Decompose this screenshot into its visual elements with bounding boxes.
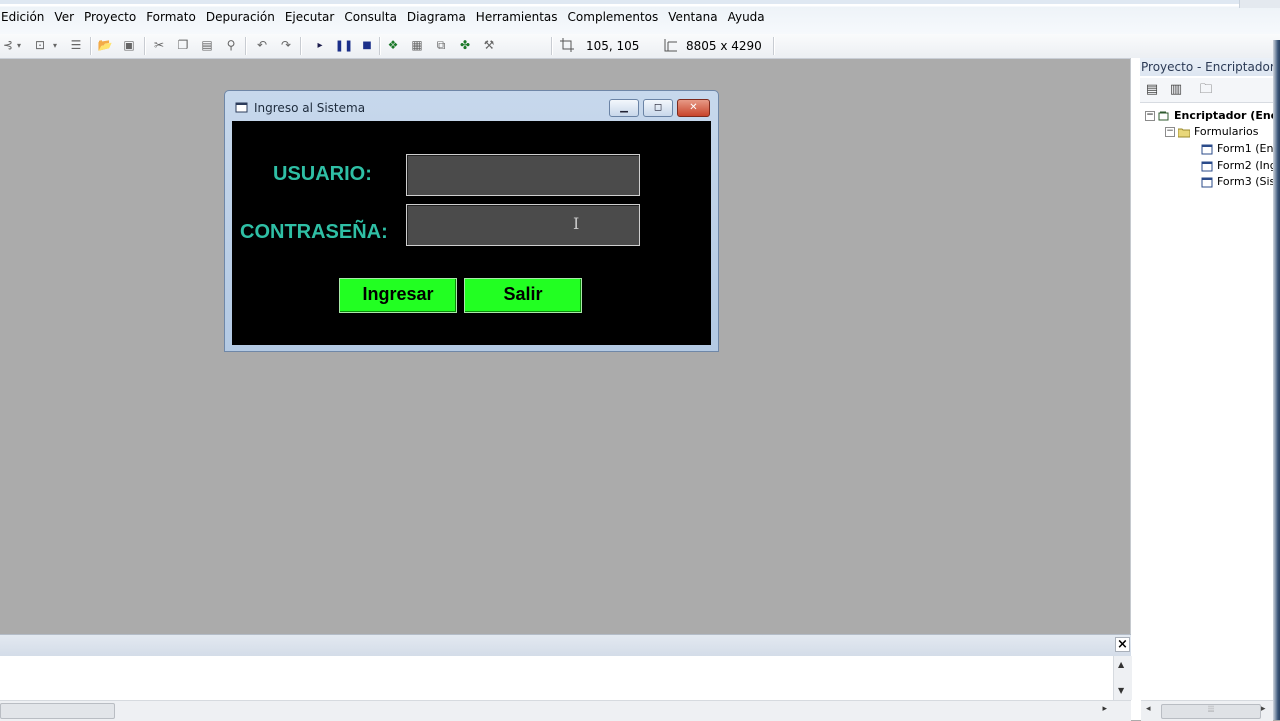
tree-item-label: Form1 (Enc [1217, 142, 1273, 155]
form-icon [1201, 161, 1213, 171]
toolbar-separator [551, 37, 553, 55]
copy-icon[interactable]: ❐ [175, 37, 191, 53]
menu-bar: Edición Ver Proyecto Formato Depuración … [0, 0, 1280, 34]
form-icon [235, 102, 248, 113]
view-object-icon[interactable]: ▥ [1168, 82, 1184, 98]
minimize-button[interactable]: ▁ [609, 99, 639, 117]
menu-ver[interactable]: Ver [49, 10, 79, 24]
menu-complementos[interactable]: Complementos [563, 10, 664, 24]
object-browser-icon[interactable]: ✤ [457, 37, 473, 53]
contrasena-input[interactable]: I [406, 204, 640, 246]
close-icon[interactable]: × [1115, 637, 1130, 652]
immediate-window-titlebar [0, 634, 1131, 657]
form-client-area: USUARIO: CONTRASEÑA: I Ingresar Salir [232, 121, 711, 345]
dropdown-arrow-icon[interactable]: ▾ [14, 37, 24, 53]
toolbar-separator [773, 37, 775, 55]
tree-item-form3[interactable]: Form3 (Sis [1201, 174, 1273, 190]
form-icon [1201, 177, 1213, 187]
menu-depuracion[interactable]: Depuración [201, 10, 280, 24]
close-button[interactable]: ✕ [677, 99, 710, 117]
cut-icon[interactable]: ✂ [151, 37, 167, 53]
find-icon[interactable]: ⚲ [223, 37, 239, 53]
scroll-right-icon[interactable]: ▸ [1261, 704, 1266, 714]
dropdown-arrow-icon[interactable]: ▾ [50, 37, 60, 53]
form-window[interactable]: Ingreso al Sistema ▁ ◻ ✕ USUARIO: CONTRA… [224, 90, 719, 352]
standard-toolbar: ⊰ ▾ ⊡ ▾ ☰ 📂 ▣ ✂ ❐ ▤ ⚲ ↶ ↷ ▸ ❚❚ ■ ❖ ▦ ⧉ ✤… [0, 34, 1280, 59]
collapse-icon[interactable]: − [1165, 127, 1175, 137]
menu-formato[interactable]: Formato [141, 10, 201, 24]
toolbar-separator [379, 37, 381, 55]
toolbar-separator [144, 37, 146, 55]
tree-item-form2[interactable]: Form2 (Ing [1201, 158, 1273, 174]
start-icon[interactable]: ▸ [312, 37, 328, 53]
paste-icon[interactable]: ▤ [199, 37, 215, 53]
menu-editor-icon[interactable]: ☰ [68, 37, 84, 53]
scroll-left-icon[interactable]: ◂ [1146, 704, 1151, 714]
position-readout: 105, 105 [586, 39, 640, 53]
project-explorer-title: Proyecto - Encriptador [1140, 58, 1280, 76]
scroll-down-icon[interactable]: ▼ [1118, 686, 1124, 695]
project-explorer-icon[interactable]: ❖ [385, 37, 401, 53]
menu-edicion[interactable]: Edición [0, 10, 49, 24]
position-icon [560, 38, 574, 52]
desktop-edge [1273, 40, 1280, 720]
maximize-button[interactable]: ◻ [643, 99, 673, 117]
tree-horizontal-scrollbar[interactable]: ◂ ⦙⦙⦙ ▸ [1141, 700, 1273, 721]
menu-ayuda[interactable]: Ayuda [723, 10, 770, 24]
menu-proyecto[interactable]: Proyecto [79, 10, 141, 24]
menu-diagrama[interactable]: Diagrama [402, 10, 471, 24]
redo-icon[interactable]: ↷ [278, 37, 294, 53]
collapse-icon[interactable]: − [1145, 111, 1155, 121]
open-folder-icon[interactable]: 📂 [97, 37, 113, 53]
salir-button[interactable]: Salir [464, 278, 582, 313]
toggle-folders-icon[interactable]: 🗀 [1198, 82, 1214, 98]
form-title: Ingreso al Sistema [254, 101, 366, 115]
menu-herramientas[interactable]: Herramientas [471, 10, 563, 24]
menu-consulta[interactable]: Consulta [339, 10, 402, 24]
window-frame-corner [1239, 0, 1280, 8]
scroll-up-icon[interactable]: ▲ [1118, 660, 1124, 669]
tree-folder[interactable]: − Formularios [1165, 124, 1259, 140]
immediate-vertical-scrollbar[interactable]: ▲ ▼ [1113, 656, 1132, 700]
project-explorer-toolbar: ▤ ▥ 🗀 [1140, 78, 1280, 103]
scrollbar-thumb[interactable] [0, 703, 115, 719]
add-form-icon[interactable]: ⊡ [32, 37, 48, 53]
folder-icon [1178, 128, 1190, 137]
form-icon [1201, 144, 1213, 154]
menu-ventana[interactable]: Ventana [663, 10, 722, 24]
tree-item-form1[interactable]: Form1 (Enc [1201, 141, 1273, 157]
tree-item-label: Form2 (Ing [1217, 159, 1273, 172]
usuario-input[interactable] [406, 154, 640, 196]
immediate-window-body[interactable] [0, 656, 1113, 700]
toolbox-icon[interactable]: ⚒ [481, 37, 497, 53]
usuario-label: USUARIO: [273, 163, 372, 185]
menu-ejecutar[interactable]: Ejecutar [280, 10, 340, 24]
contrasena-label: CONTRASEÑA: [240, 221, 388, 243]
pause-icon[interactable]: ❚❚ [335, 37, 353, 53]
stop-icon[interactable]: ■ [359, 37, 375, 53]
save-icon[interactable]: ▣ [121, 37, 137, 53]
immediate-horizontal-scrollbar[interactable]: ▸ [0, 700, 1131, 721]
project-icon [1158, 111, 1169, 120]
view-code-icon[interactable]: ▤ [1144, 82, 1160, 98]
project-tree: − Encriptador (Enc − Formularios Form1 (En… [1141, 104, 1273, 700]
toolbar-separator [300, 37, 302, 55]
tree-item-label: Form3 (Sis [1217, 175, 1273, 188]
properties-window-icon[interactable]: ▦ [409, 37, 425, 53]
size-icon [664, 39, 677, 52]
scroll-right-icon[interactable]: ▸ [1102, 704, 1107, 714]
tree-folder-label: Formularios [1194, 125, 1259, 138]
tree-root[interactable]: − Encriptador (Enc [1145, 108, 1273, 124]
ingresar-button[interactable]: Ingresar [339, 278, 457, 313]
text-cursor-icon: I [573, 214, 580, 233]
toolbar-separator [90, 37, 92, 55]
toolbar-separator [245, 37, 247, 55]
form-layout-icon[interactable]: ⧉ [433, 37, 449, 53]
size-readout: 8805 x 4290 [686, 39, 762, 53]
scrollbar-thumb[interactable]: ⦙⦙⦙ [1161, 704, 1261, 719]
undo-icon[interactable]: ↶ [254, 37, 270, 53]
tree-root-label: Encriptador (Enc [1174, 109, 1273, 122]
